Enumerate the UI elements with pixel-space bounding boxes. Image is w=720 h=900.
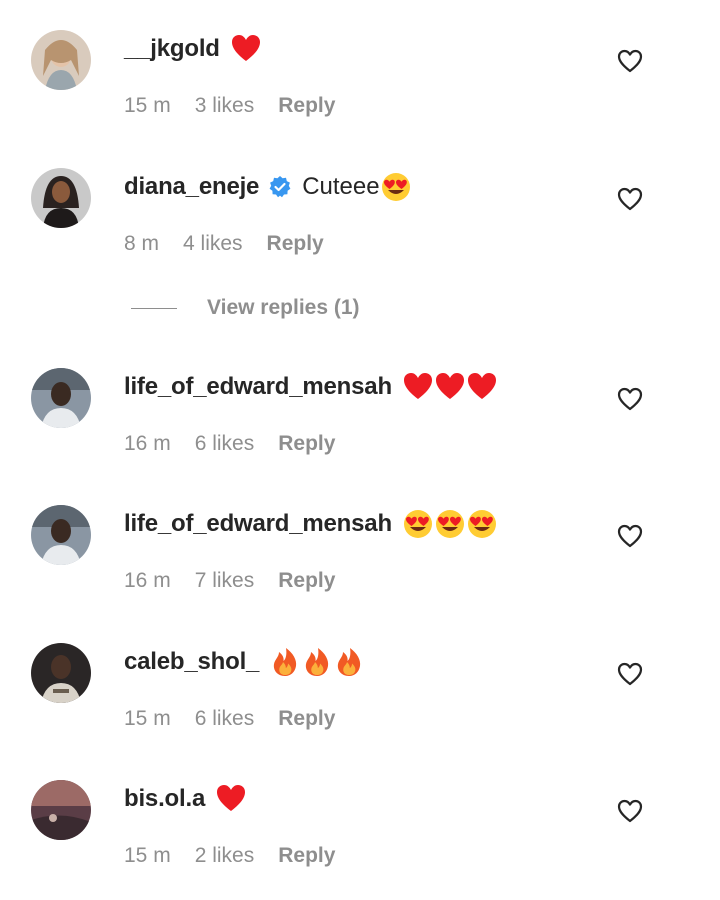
username[interactable]: bis.ol.a <box>124 785 205 813</box>
heart-outline-icon[interactable] <box>617 186 643 212</box>
comment-meta: 15 m 6 likes Reply <box>124 707 335 731</box>
fire-emoji <box>269 646 301 678</box>
comment-text <box>269 646 365 678</box>
comment-meta: 8 m 4 likes Reply <box>124 232 324 256</box>
comment-text <box>230 33 262 65</box>
comment-meta: 16 m 7 likes Reply <box>124 569 335 593</box>
like-count[interactable]: 4 likes <box>183 232 243 256</box>
reply-button[interactable]: Reply <box>278 432 335 456</box>
comment-text <box>402 371 498 403</box>
heart-outline-icon[interactable] <box>617 386 643 412</box>
timestamp: 8 m <box>124 232 160 255</box>
avatar[interactable] <box>31 30 91 90</box>
heart-eyes-emoji <box>380 171 412 203</box>
comment-body: diana_eneje Cuteee <box>124 170 412 204</box>
divider <box>131 307 177 309</box>
avatar[interactable] <box>31 505 91 565</box>
username[interactable]: life_of_edward_mensah <box>124 373 392 401</box>
red-heart-emoji <box>230 33 262 65</box>
red-heart-emoji <box>434 371 466 403</box>
comment-body: __jkgold <box>124 32 262 66</box>
view-replies-button[interactable]: View replies (1) <box>131 296 360 320</box>
comment-body: life_of_edward_mensah <box>124 507 498 541</box>
comment-meta: 15 m 3 likes Reply <box>124 94 335 118</box>
like-count[interactable]: 6 likes <box>195 432 255 456</box>
avatar[interactable] <box>31 168 91 228</box>
comment-text <box>215 783 247 815</box>
comment-meta: 15 m 2 likes Reply <box>124 844 335 868</box>
heart-eyes-emoji <box>402 508 434 540</box>
heart-outline-icon[interactable] <box>617 523 643 549</box>
comment-item: caleb_shol_ 15 m 6 likes Reply <box>0 643 720 763</box>
heart-outline-icon[interactable] <box>617 48 643 74</box>
comment-item: life_of_edward_mensah 16 m 6 likes Reply <box>0 368 720 488</box>
like-count[interactable]: 7 likes <box>195 569 255 593</box>
comment-meta: 16 m 6 likes Reply <box>124 432 335 456</box>
reply-button[interactable]: Reply <box>267 232 324 256</box>
comment-item: diana_eneje Cuteee 8 m 4 likes Reply <box>0 168 720 288</box>
username[interactable]: caleb_shol_ <box>124 648 259 676</box>
reply-button[interactable]: Reply <box>278 844 335 868</box>
timestamp: 15 m <box>124 94 171 117</box>
comment-item: bis.ol.a 15 m 2 likes Reply <box>0 780 720 900</box>
comment-body: bis.ol.a <box>124 782 247 816</box>
like-count[interactable]: 3 likes <box>195 94 255 118</box>
like-count[interactable]: 2 likes <box>195 844 255 868</box>
heart-outline-icon[interactable] <box>617 661 643 687</box>
comment-item: life_of_edward_mensah 16 m 7 likes Reply <box>0 505 720 625</box>
red-heart-emoji <box>466 371 498 403</box>
fire-emoji <box>333 646 365 678</box>
like-count[interactable]: 6 likes <box>195 707 255 731</box>
comment-body: caleb_shol_ <box>124 645 365 679</box>
comment-text <box>402 508 498 540</box>
heart-eyes-emoji <box>434 508 466 540</box>
comment-text: Cuteee <box>302 171 411 203</box>
fire-emoji <box>301 646 333 678</box>
timestamp: 16 m <box>124 569 171 592</box>
timestamp: 15 m <box>124 707 171 730</box>
timestamp: 15 m <box>124 844 171 867</box>
heart-outline-icon[interactable] <box>617 798 643 824</box>
comment-body: life_of_edward_mensah <box>124 370 498 404</box>
username[interactable]: life_of_edward_mensah <box>124 510 392 538</box>
view-replies-label: View replies (1) <box>207 296 360 319</box>
verified-badge-icon <box>268 175 292 199</box>
reply-button[interactable]: Reply <box>278 707 335 731</box>
red-heart-emoji <box>402 371 434 403</box>
comment-item: __jkgold 15 m 3 likes Reply <box>0 30 720 150</box>
timestamp: 16 m <box>124 432 171 455</box>
avatar[interactable] <box>31 780 91 840</box>
reply-button[interactable]: Reply <box>278 94 335 118</box>
avatar[interactable] <box>31 643 91 703</box>
heart-eyes-emoji <box>466 508 498 540</box>
username[interactable]: diana_eneje <box>124 173 259 201</box>
reply-button[interactable]: Reply <box>278 569 335 593</box>
avatar[interactable] <box>31 368 91 428</box>
red-heart-emoji <box>215 783 247 815</box>
username[interactable]: __jkgold <box>124 35 220 63</box>
